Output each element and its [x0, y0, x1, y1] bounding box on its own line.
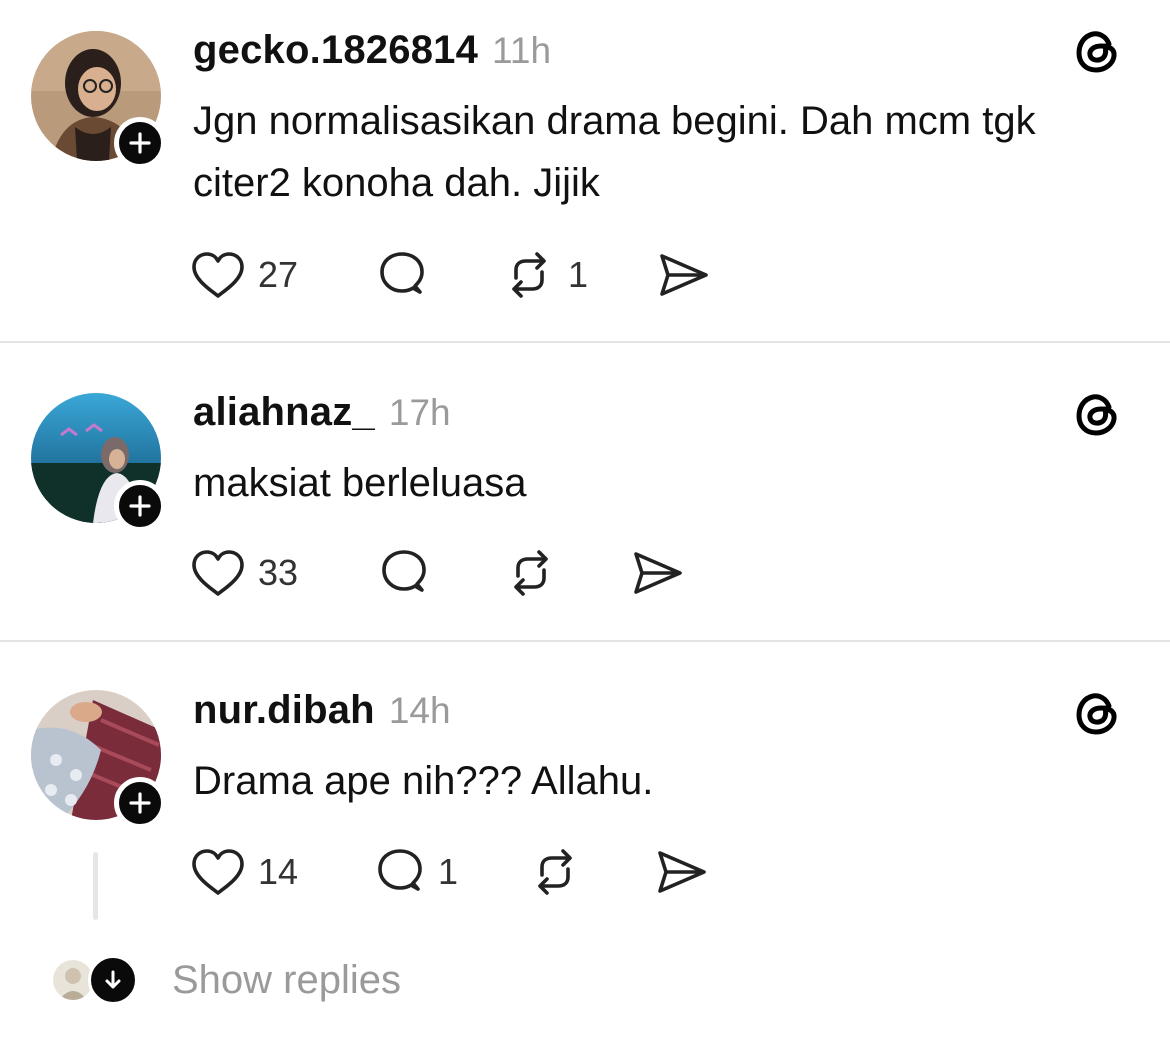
username[interactable]: nur.dibah	[193, 688, 375, 733]
follow-button[interactable]	[114, 480, 166, 532]
like-button[interactable]: 33	[190, 543, 298, 603]
send-icon	[634, 552, 682, 594]
follow-button[interactable]	[114, 117, 166, 169]
expand-replies-button[interactable]	[88, 955, 138, 1005]
reply-button[interactable]	[378, 543, 430, 603]
send-icon	[660, 254, 708, 296]
comment-bubble-icon	[380, 252, 424, 294]
post-actions: 33	[190, 543, 690, 603]
post-header: gecko.1826814 11h	[193, 28, 551, 73]
plus-icon	[129, 132, 151, 154]
reply-count: 1	[438, 851, 459, 892]
like-button[interactable]: 14	[190, 842, 298, 902]
heart-icon	[192, 849, 244, 895]
post-header: aliahnaz_ 17h	[193, 390, 451, 435]
share-button[interactable]	[630, 543, 684, 603]
username[interactable]: gecko.1826814	[193, 28, 478, 73]
post-text: Drama ape nih??? Allahu.	[193, 759, 654, 803]
repost-button[interactable]	[504, 543, 558, 603]
repost-icon	[538, 849, 572, 895]
username[interactable]: aliahnaz_	[193, 390, 375, 435]
like-button[interactable]: 27	[190, 245, 298, 305]
threads-logo-icon[interactable]	[1073, 26, 1123, 76]
thread-line	[93, 852, 98, 920]
arrow-down-icon	[105, 970, 121, 989]
post-header: nur.dibah 14h	[193, 688, 451, 733]
repost-button[interactable]	[528, 842, 582, 902]
repost-count: 1	[568, 254, 589, 295]
show-replies-link[interactable]: Show replies	[172, 958, 401, 1003]
repost-button[interactable]: 1	[502, 245, 588, 305]
post-aliahnaz: aliahnaz_ 17h maksiat berleluasa 33	[0, 343, 1170, 641]
plus-icon	[129, 495, 151, 517]
share-button[interactable]	[654, 842, 708, 902]
like-count: 27	[258, 254, 299, 295]
heart-icon	[192, 252, 244, 298]
post-text: Jgn normalisasikan drama begini. Dah mcm…	[193, 99, 1036, 205]
plus-icon	[129, 792, 151, 814]
timestamp: 17h	[388, 392, 451, 433]
timestamp: 11h	[492, 30, 552, 71]
post-gecko: gecko.1826814 11h Jgn normalisasikan dra…	[0, 0, 1170, 342]
share-button[interactable]	[656, 245, 710, 305]
repost-icon	[514, 550, 548, 596]
timestamp: 14h	[388, 690, 451, 731]
comment-bubble-icon	[382, 550, 426, 592]
reply-button[interactable]: 1	[374, 842, 458, 902]
threads-logo-icon[interactable]	[1073, 389, 1123, 439]
post-text: maksiat berleluasa	[193, 461, 527, 505]
heart-icon	[192, 550, 244, 596]
follow-button[interactable]	[114, 777, 166, 829]
reply-button[interactable]	[376, 245, 428, 305]
like-count: 14	[258, 851, 299, 892]
post-actions: 27 1	[190, 245, 750, 305]
threads-logo-icon[interactable]	[1073, 688, 1123, 738]
repost-icon	[512, 252, 546, 298]
post-actions: 14 1	[190, 842, 720, 902]
comment-bubble-icon	[378, 849, 422, 891]
send-icon	[658, 851, 706, 893]
show-replies-row[interactable]: Show replies	[50, 950, 401, 1010]
like-count: 33	[258, 552, 299, 593]
